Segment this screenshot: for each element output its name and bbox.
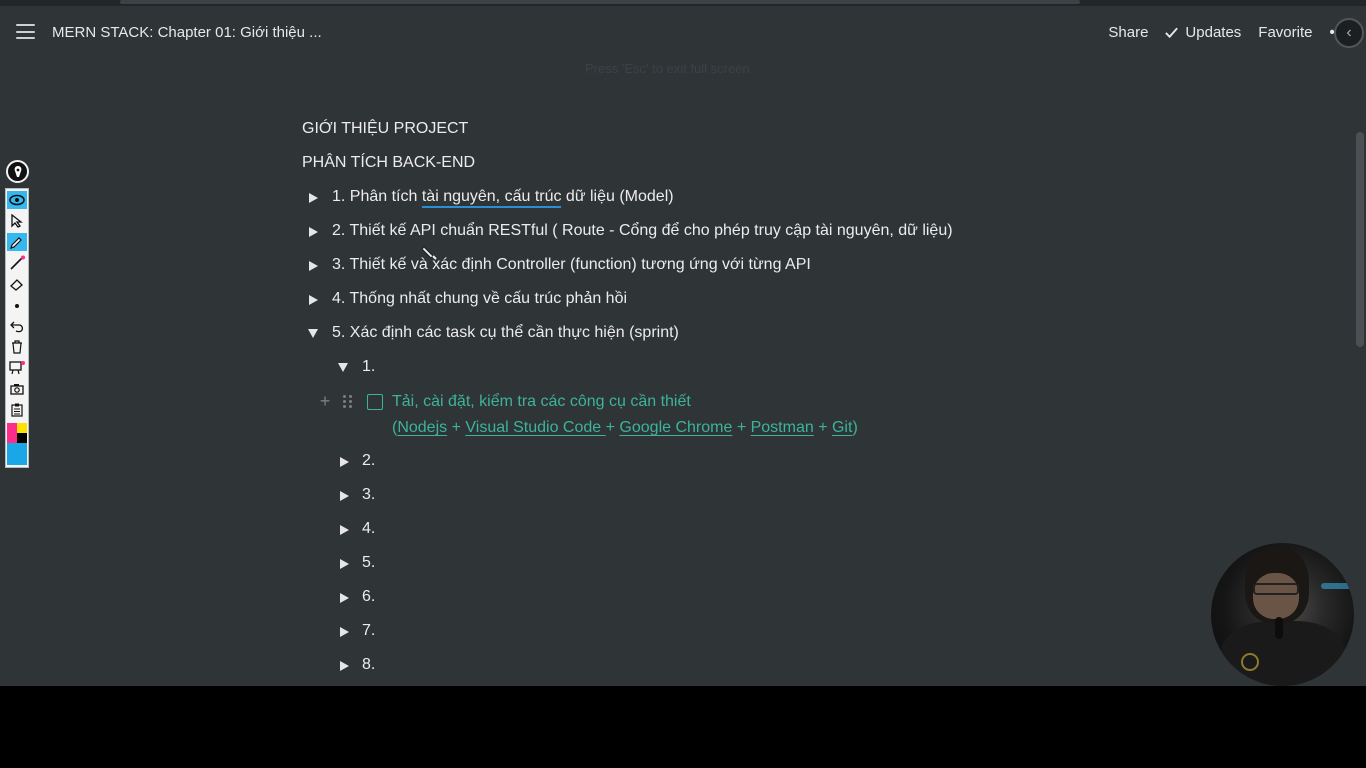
arrow-cursor-icon[interactable] — [7, 212, 27, 230]
toggle-item-label: dữ liệu (Model) — [561, 188, 674, 205]
pen-cursor-icon — [421, 246, 437, 260]
link-postman[interactable]: Postman — [751, 419, 814, 436]
toggle-item-1[interactable]: 1. Phân tích tài nguyên, cấu trúc dữ liệ… — [332, 188, 674, 208]
toggle-arrow-icon[interactable] — [340, 457, 349, 467]
webcam-overlay — [1211, 543, 1354, 686]
eye-icon[interactable] — [7, 191, 27, 209]
letterbox-bar — [0, 686, 1366, 768]
toggle-arrow-icon[interactable] — [340, 661, 349, 671]
toggle-arrow-icon[interactable] — [309, 261, 318, 271]
current-color-swatch[interactable] — [7, 443, 27, 465]
toggle-item-label: 1. Phân tích — [332, 188, 422, 205]
sprint-item-2[interactable]: 2. — [362, 452, 375, 470]
webcam-ring-light — [1241, 653, 1259, 671]
heading-intro: GIỚI THIỆU PROJECT — [302, 120, 469, 137]
toggle-arrow-icon[interactable] — [309, 295, 318, 305]
toggle-arrow-down-icon[interactable] — [338, 363, 348, 372]
camera-icon[interactable] — [7, 380, 27, 398]
toggle-arrow-icon[interactable] — [340, 525, 349, 535]
sprint-item-1[interactable]: 1. — [362, 358, 375, 376]
toggle-arrow-icon[interactable] — [340, 627, 349, 637]
clipboard-icon[interactable] — [7, 401, 27, 419]
sprint-item-8[interactable]: 8. — [362, 656, 375, 674]
webcam-body — [1221, 621, 1346, 686]
trash-icon[interactable] — [7, 338, 27, 356]
notion-app-window: MERN STACK: Chapter 01: Giới thiệu ... S… — [0, 0, 1366, 686]
drag-handle-icon[interactable] — [343, 394, 353, 410]
toggle-arrow-icon[interactable] — [309, 227, 318, 237]
swatch-yellow[interactable] — [17, 423, 27, 433]
sprint-item-3[interactable]: 3. — [362, 486, 375, 504]
link-nodejs[interactable]: Nodejs — [397, 419, 447, 436]
heading-backend: PHÂN TÍCH BACK-END — [302, 154, 476, 171]
toggle-arrow-down-icon[interactable] — [308, 329, 318, 338]
sprint-item-4[interactable]: 4. — [362, 520, 375, 538]
toggle-arrow-icon[interactable] — [340, 559, 349, 569]
todo-text[interactable]: Tải, cài đặt, kiểm tra các công cụ cần t… — [392, 393, 691, 411]
toggle-arrow-icon[interactable] — [340, 593, 349, 603]
eraser-icon[interactable] — [7, 275, 27, 293]
webcam-face — [1253, 573, 1299, 619]
swatch-magenta[interactable] — [7, 423, 17, 433]
undo-icon[interactable] — [7, 317, 27, 335]
plus-separator: + — [813, 419, 832, 436]
webcam-background-light — [1321, 583, 1351, 589]
pen-icon[interactable] — [7, 233, 27, 251]
link-google-chrome[interactable]: Google Chrome — [619, 419, 732, 436]
todo-tools-line: (Nodejs + Visual Studio Code + Google Ch… — [392, 419, 858, 437]
sprint-item-5[interactable]: 5. — [362, 554, 375, 572]
link-visual-studio-code[interactable]: Visual Studio Code — [465, 419, 605, 436]
swatch-pink[interactable] — [7, 433, 17, 443]
sprint-item-7[interactable]: 7. — [362, 622, 375, 640]
plus-separator: + — [732, 419, 751, 436]
toggle-item-4[interactable]: 4. Thống nhất chung về cấu trúc phản hồi — [332, 290, 627, 308]
toggle-item-2[interactable]: 2. Thiết kế API chuẩn RESTful ( Route - … — [332, 222, 953, 240]
microphone-icon — [1275, 617, 1283, 639]
line-icon[interactable] — [7, 254, 27, 272]
plus-separator: + — [605, 419, 620, 436]
plus-separator: + — [447, 419, 466, 436]
page-content: GIỚI THIỆU PROJECT PHÂN TÍCH BACK-END 1.… — [0, 0, 1366, 686]
toggle-arrow-icon[interactable] — [309, 193, 318, 203]
whiteboard-icon[interactable] — [7, 359, 27, 377]
webcam-glasses — [1253, 583, 1299, 595]
add-block-icon[interactable]: + — [318, 392, 332, 410]
annotation-toolbar — [5, 188, 29, 468]
toggle-item-3[interactable]: 3. Thiết kế và xác định Controller (func… — [332, 256, 811, 274]
sprint-item-6[interactable]: 6. — [362, 588, 375, 606]
color-palette-icon[interactable] — [7, 423, 27, 465]
swatch-black[interactable] — [17, 433, 27, 443]
underlined-text: tài nguyên, cấu trúc — [421, 188, 562, 208]
link-git[interactable]: Git — [832, 419, 852, 436]
toggle-arrow-icon[interactable] — [340, 491, 349, 501]
annotation-app-badge-icon[interactable] — [6, 160, 29, 183]
paren: ) — [852, 419, 858, 436]
toggle-item-5[interactable]: 5. Xác định các task cụ thể cần thực hiệ… — [332, 324, 679, 342]
dot-icon[interactable] — [7, 297, 27, 315]
todo-checkbox[interactable] — [367, 394, 383, 410]
